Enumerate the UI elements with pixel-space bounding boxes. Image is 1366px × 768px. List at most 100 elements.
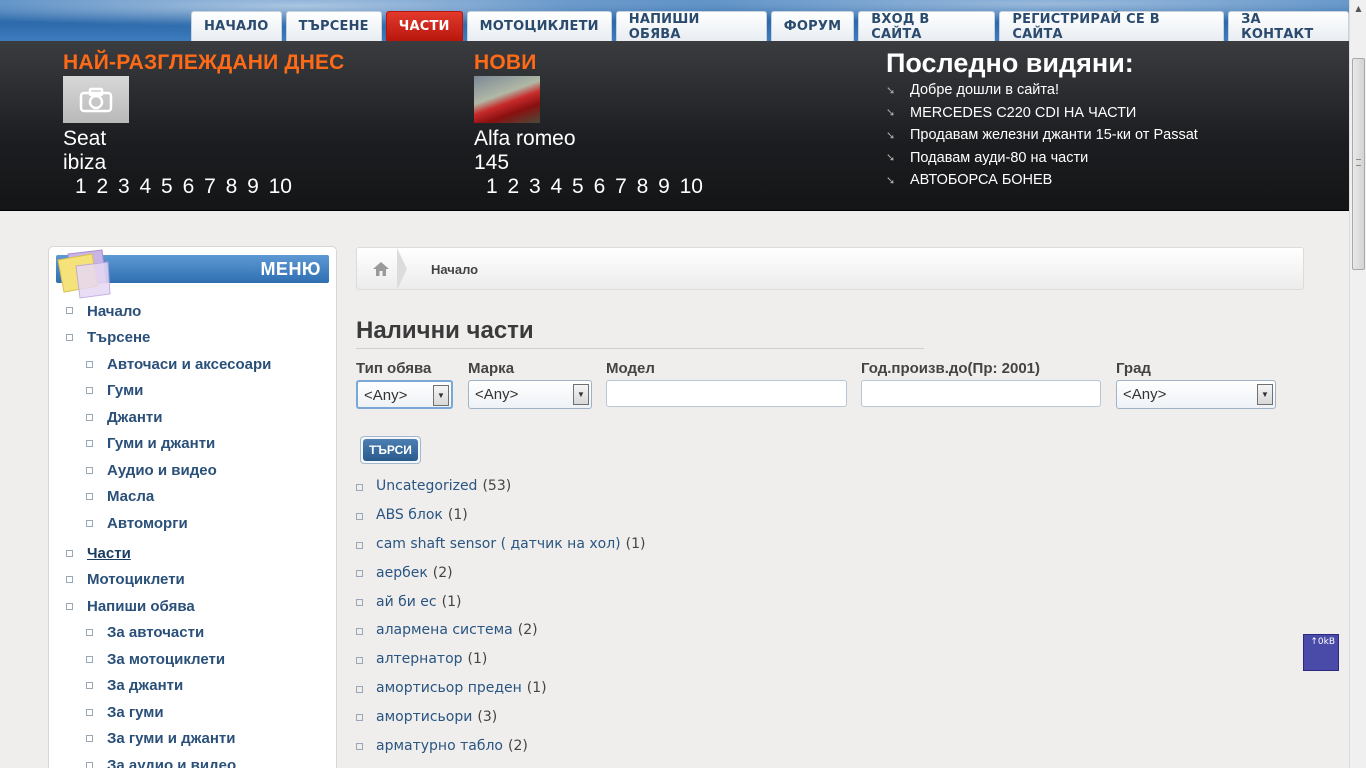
sidebar-item-car-accessories[interactable]: Авточаси и аксесоари — [86, 352, 271, 379]
category-link[interactable]: Uncategorized — [376, 478, 477, 494]
sticky-notes-icon — [57, 249, 111, 299]
top-navigation-bar: НАЧАЛО ТЪРСЕНЕ ЧАСТИ МОТОЦИКЛЕТИ НАПИШИ … — [0, 0, 1349, 41]
sidebar-item-audio-video[interactable]: Аудио и видео — [86, 458, 271, 485]
recently-seen-item[interactable]: ➘ Продавам железни джанти 15-ки от Passat — [886, 124, 1198, 147]
sidebar-item-home[interactable]: Начало — [66, 298, 271, 325]
category-link[interactable]: ABS блок — [376, 507, 443, 523]
list-item: аербек (2) — [356, 558, 645, 587]
sidebar-item-post-parts[interactable]: За авточасти — [86, 620, 271, 647]
filter-model-label: Модел — [606, 360, 655, 377]
newest-pager[interactable]: 1 2 3 4 5 6 7 8 9 10 — [486, 175, 703, 199]
traffic-widget[interactable]: ↑0kB — [1303, 634, 1339, 671]
filter-year-input[interactable] — [861, 380, 1101, 407]
sidebar-item-search[interactable]: Търсене — [66, 325, 271, 352]
breadcrumb-separator — [397, 248, 407, 290]
nav-parts[interactable]: ЧАСТИ — [385, 11, 463, 41]
arrow-down-right-icon: ➘ — [886, 152, 896, 165]
recently-seen-item[interactable]: ➘ АВТОБОРСА БОНЕВ — [886, 169, 1198, 192]
list-item: ай би ес (1) — [356, 587, 645, 616]
nav-register[interactable]: РЕГИСТРИРАЙ СЕ В САЙТА — [999, 11, 1225, 41]
most-viewed-pager[interactable]: 1 2 3 4 5 6 7 8 9 10 — [75, 175, 345, 199]
recently-seen: Последно видяни: ➘ Добре дошли в сайта! ➘… — [886, 48, 1198, 192]
filter-type-label: Тип обява — [356, 360, 432, 377]
recently-seen-item[interactable]: ➘ Подавам ауди-80 на части — [886, 147, 1198, 170]
sidebar-item-scrapyards[interactable]: Автоморги — [86, 511, 271, 541]
sidebar-menu-list: Начало Търсене Авточаси и аксесоари Гуми… — [66, 298, 271, 768]
sidebar-item-tires[interactable]: Гуми — [86, 378, 271, 405]
arrow-down-right-icon: ➘ — [886, 129, 896, 142]
list-item: алтернатор (1) — [356, 645, 645, 674]
sidebar-item-post-audio-video[interactable]: За аудио и видео — [86, 753, 271, 768]
sidebar-item-parts[interactable]: Части — [66, 541, 271, 568]
sidebar-item-post-motorcycles[interactable]: За мотоциклети — [86, 647, 271, 674]
dropdown-arrow-icon: ▼ — [1257, 384, 1273, 405]
list-item: алармена система (2) — [356, 616, 645, 645]
title-divider — [356, 348, 924, 349]
newest-name[interactable]: Alfa romeo 145 — [474, 127, 703, 175]
category-link[interactable]: аербек — [376, 565, 428, 581]
breadcrumb-current[interactable]: Начало — [431, 262, 478, 277]
most-viewed-thumbnail[interactable] — [63, 76, 129, 123]
category-link[interactable]: арматурно табло — [376, 738, 503, 754]
scrollbar-thumb[interactable] — [1352, 58, 1365, 270]
list-item: cam shaft sensor ( датчик на хол) (1) — [356, 530, 645, 559]
sidebar-item-post-tires[interactable]: За гуми — [86, 700, 271, 727]
recently-seen-title: Последно видяни: — [886, 48, 1134, 78]
scroll-up-icon[interactable]: ▲ — [1350, 0, 1366, 17]
nav-home[interactable]: НАЧАЛО — [191, 11, 282, 41]
nav-post-ad[interactable]: НАПИШИ ОБЯВА — [615, 11, 767, 41]
filter-city-select[interactable]: <Any> ▼ — [1116, 380, 1276, 409]
most-viewed-name[interactable]: Seat ibiza — [63, 127, 345, 175]
main-nav: НАЧАЛО ТЪРСЕНЕ ЧАСТИ МОТОЦИКЛЕТИ НАПИШИ … — [191, 11, 1349, 41]
featured-header: НАЙ-РАЗГЛЕЖДАНИ ДНЕС Seat ibiza 1 2 3 4 … — [0, 41, 1349, 211]
sidebar-item-motorcycles[interactable]: Мотоциклети — [66, 567, 271, 594]
list-item: арматурно табло (2) — [356, 731, 645, 760]
nav-login[interactable]: ВХОД В САЙТА — [858, 11, 996, 41]
camera-icon — [79, 87, 113, 112]
list-item: амортисьор преден (1) — [356, 674, 645, 703]
dropdown-arrow-icon: ▼ — [433, 385, 449, 406]
sidebar-item-tires-and-rims[interactable]: Гуми и джанти — [86, 431, 271, 458]
filter-brand-label: Марка — [468, 360, 515, 377]
nav-search[interactable]: ТЪРСЕНЕ — [285, 11, 382, 41]
newest-title: НОВИ — [474, 51, 537, 74]
menu-title: МЕНЮ — [260, 259, 321, 279]
newest-car-thumbnail[interactable] — [474, 76, 540, 123]
sidebar-item-oils[interactable]: Масла — [86, 484, 271, 511]
list-item: ABS блок (1) — [356, 501, 645, 530]
recently-seen-item[interactable]: ➘ MERCEDES C220 CDI НА ЧАСТИ — [886, 102, 1198, 125]
sidebar-item-post-rims[interactable]: За джанти — [86, 673, 271, 700]
category-link[interactable]: амортисьори — [376, 709, 472, 725]
arrow-down-right-icon: ➘ — [886, 84, 896, 97]
filter-year-label: Год.произв.до(Пр: 2001) — [861, 360, 1041, 377]
category-link[interactable]: алармена система — [376, 622, 513, 638]
nav-contact[interactable]: ЗА КОНТАКТ — [1228, 11, 1349, 41]
most-viewed-title: НАЙ-РАЗГЛЕЖДАНИ ДНЕС — [63, 51, 345, 74]
page-scrollbar[interactable]: ▲ — [1349, 0, 1366, 768]
category-link[interactable]: ай би ес — [376, 594, 437, 610]
category-link[interactable]: cam shaft sensor ( датчик на хол) — [376, 536, 621, 552]
category-link[interactable]: амортисьор преден — [376, 680, 522, 696]
list-item: Uncategorized (53) — [356, 472, 645, 501]
page-title: Налични части — [356, 317, 534, 344]
filter-type-select[interactable]: <Any> ▼ — [356, 380, 453, 409]
most-viewed-today: НАЙ-РАЗГЛЕЖДАНИ ДНЕС Seat ibiza 1 2 3 4 … — [63, 51, 345, 199]
breadcrumb: Начало — [356, 247, 1304, 290]
category-list: Uncategorized (53) ABS блок (1) cam shaft … — [356, 472, 645, 760]
sidebar-item-rims[interactable]: Джанти — [86, 405, 271, 432]
arrow-down-right-icon: ➘ — [886, 107, 896, 120]
category-link[interactable]: алтернатор — [376, 651, 463, 667]
recently-seen-item[interactable]: ➘ Добре дошли в сайта! — [886, 79, 1198, 102]
nav-motorcycles[interactable]: МОТОЦИКЛЕТИ — [466, 11, 612, 41]
sidebar-item-post-tires-rims[interactable]: За гуми и джанти — [86, 726, 271, 753]
newest-listings: НОВИ Alfa romeo 145 1 2 3 4 5 6 7 8 9 10 — [474, 51, 703, 199]
sidebar-item-post-ad[interactable]: Напиши обява — [66, 594, 271, 621]
nav-forum[interactable]: ФОРУМ — [770, 11, 855, 41]
search-button[interactable]: ТЪРСИ — [360, 436, 421, 464]
dropdown-arrow-icon: ▼ — [573, 384, 589, 405]
list-item: амортисьори (3) — [356, 702, 645, 731]
filter-model-input[interactable] — [606, 380, 847, 407]
filter-city-label: Град — [1116, 360, 1151, 377]
filter-brand-select[interactable]: <Any> ▼ — [468, 380, 592, 409]
arrow-down-right-icon: ➘ — [886, 174, 896, 187]
